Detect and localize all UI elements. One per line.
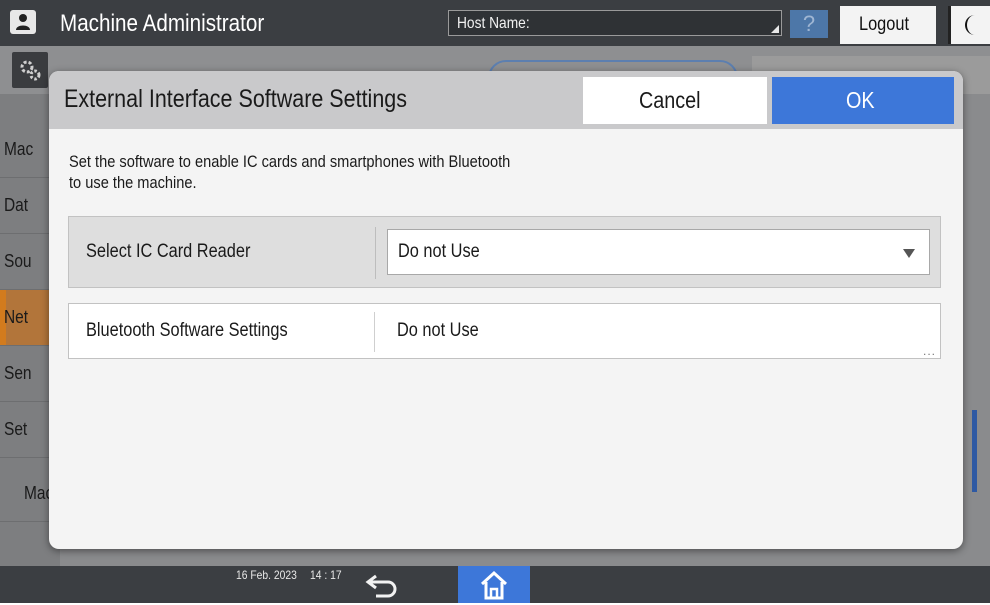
ic-card-reader-select[interactable]: Do not Use [387, 229, 930, 275]
bluetooth-software-settings-row[interactable]: Bluetooth Software Settings Do not Use .… [68, 303, 941, 359]
back-button[interactable] [362, 570, 402, 600]
time-label: 14 : 17 [310, 568, 342, 582]
dropdown-arrow-icon [903, 249, 915, 258]
date-time: 16 Feb. 2023 14 : 17 [236, 569, 347, 582]
dialog-header: External Interface Software Settings Can… [49, 71, 963, 129]
night-mode-button[interactable] [948, 6, 990, 44]
bluetooth-software-settings-label: Bluetooth Software Settings [86, 320, 288, 341]
row-divider [375, 227, 376, 279]
resize-corner-icon [771, 25, 779, 33]
ic-card-reader-label: Select IC Card Reader [86, 241, 251, 262]
ok-button[interactable]: OK [772, 77, 954, 124]
home-icon [480, 570, 508, 600]
user-icon[interactable] [10, 10, 36, 34]
ic-card-reader-row: Select IC Card Reader Do not Use [68, 216, 941, 288]
date-label: 16 Feb. 2023 [236, 568, 297, 582]
back-arrow-icon [365, 574, 397, 598]
top-bar: Machine Administrator Host Name: ? Logou… [0, 0, 990, 47]
row-divider [374, 312, 375, 352]
external-interface-dialog: External Interface Software Settings Can… [49, 71, 963, 549]
dialog-title: External Interface Software Settings [64, 85, 407, 113]
home-button[interactable] [458, 566, 530, 603]
more-icon: ... [922, 344, 936, 358]
background-scrollbar [972, 410, 977, 492]
host-name-field[interactable]: Host Name: [448, 10, 782, 36]
bottom-bar: 16 Feb. 2023 14 : 17 [0, 566, 990, 603]
user-name-title: Machine Administrator [60, 10, 265, 37]
dialog-description: Set the software to enable IC cards and … [69, 152, 511, 192]
moon-icon [965, 15, 975, 35]
bluetooth-software-settings-value: Do not Use [397, 320, 479, 341]
host-name-label: Host Name: [457, 15, 530, 32]
gear-icon [12, 52, 48, 88]
cancel-button[interactable]: Cancel [583, 77, 767, 124]
logout-button[interactable]: Logout [840, 6, 936, 44]
ic-card-reader-value: Do not Use [398, 241, 480, 262]
help-button[interactable]: ? [790, 10, 828, 38]
help-icon: ? [802, 11, 816, 36]
